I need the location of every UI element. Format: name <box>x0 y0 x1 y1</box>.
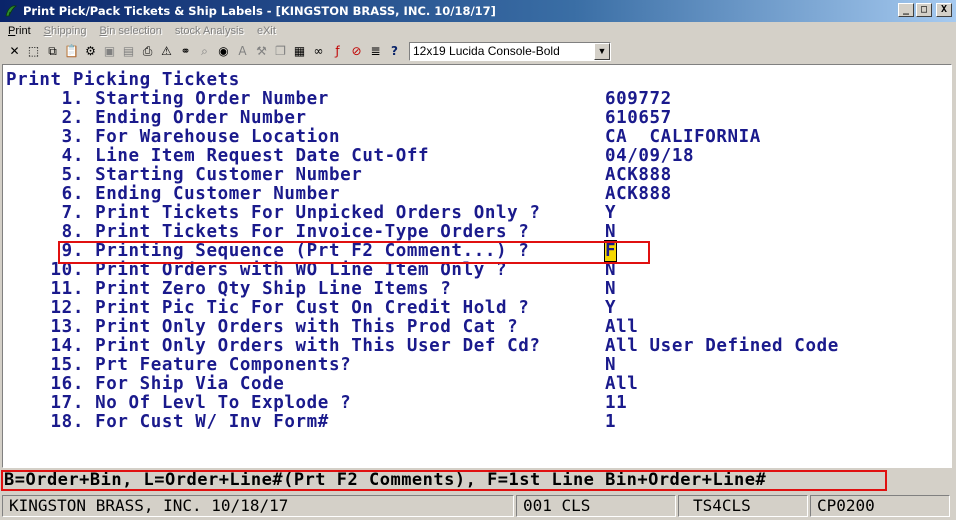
field-value[interactable]: 609772 <box>605 90 672 109</box>
field-value[interactable]: ACK888 <box>605 185 672 204</box>
field-label: 15. Prt Feature Components? <box>6 355 352 375</box>
copy-icon[interactable]: ⧉ <box>44 42 61 60</box>
print-icon[interactable]: ⎙ <box>139 42 156 60</box>
field-label: 2. Ending Order Number <box>6 108 307 128</box>
field-value[interactable]: All User Defined Code <box>605 337 839 356</box>
field-label: 10. Print Orders with WO Line Item Only … <box>6 260 508 280</box>
close-x-icon[interactable]: ✕ <box>6 42 23 60</box>
binoculars-icon[interactable]: ⚭ <box>177 42 194 60</box>
no-entry-icon[interactable]: ⊘ <box>348 42 365 60</box>
terminal-screen[interactable]: Print Picking Tickets 1. Starting Order … <box>2 64 952 468</box>
field-label: 1. Starting Order Number <box>6 89 329 109</box>
field-label: 12. Print Pic Tic For Cust On Credit Hol… <box>6 298 530 318</box>
field-value[interactable]: 1 <box>605 413 616 432</box>
field-value[interactable]: N <box>605 280 616 299</box>
field-label: 4. Line Item Request Date Cut-Off <box>6 146 430 166</box>
field-value[interactable]: Y <box>605 299 616 318</box>
maximize-button[interactable]: □ <box>916 3 932 17</box>
window-title: Print Pick/Pack Tickets & Ship Labels - … <box>23 4 496 18</box>
field-label: 3. For Warehouse Location <box>6 127 341 147</box>
menu-exit[interactable]: eXit <box>257 25 276 37</box>
field-value[interactable]: 04/09/18 <box>605 147 694 166</box>
menu-print[interactable]: Print <box>8 25 31 37</box>
font-select[interactable]: 12x19 Lucida Console-Bold ▼ <box>409 41 611 61</box>
field-label: 7. Print Tickets For Unpicked Orders Onl… <box>6 203 541 223</box>
toolbar: ✕ ⬚ ⧉ 📋 ⚙ ▣ ▤ ⎙ ⚠ ⚭ ⌕ ◉ A ⚒ ❐ ▦ ∞ ƒ ⊘ ≣ … <box>0 40 956 62</box>
cursor[interactable]: F <box>603 240 618 262</box>
field-value[interactable]: N <box>605 223 616 242</box>
menu-bar: Print Shipping Bin selection stock Analy… <box>0 22 956 40</box>
field-label: 8. Print Tickets For Invoice-Type Orders… <box>6 222 530 242</box>
current-field-value[interactable]: F <box>603 240 618 262</box>
field-value[interactable]: All <box>605 318 638 337</box>
function-icon[interactable]: ƒ <box>329 42 346 60</box>
field-label: 14. Print Only Orders with This User Def… <box>6 336 541 356</box>
settings-gear-icon[interactable]: ⚙ <box>82 42 99 60</box>
field-label: 13. Print Only Orders with This Prod Cat… <box>6 317 519 337</box>
help-cursor-icon[interactable]: ? <box>386 42 403 60</box>
field-label: 16. For Ship Via Code <box>6 374 285 394</box>
field-value[interactable]: All <box>605 375 638 394</box>
menu-shipping[interactable]: Shipping <box>44 25 87 37</box>
save-icon[interactable]: ▣ <box>101 42 118 60</box>
field-label: 9. Printing Sequence (Prt F2 Comment...)… <box>6 241 530 261</box>
status-code: 001 CLS <box>516 495 676 517</box>
field-value[interactable]: 11 <box>605 394 627 413</box>
field-label: 11. Print Zero Qty Ship Line Items ? <box>6 279 452 299</box>
field-label: 6. Ending Customer Number <box>6 184 341 204</box>
italic-font-icon[interactable]: A <box>234 42 251 60</box>
field-label: 5. Starting Customer Number <box>6 165 363 185</box>
chevron-down-icon[interactable]: ▼ <box>594 42 610 60</box>
field-value[interactable]: Y <box>605 204 616 223</box>
field-value[interactable]: N <box>605 356 616 375</box>
document-icon[interactable]: ▤ <box>120 42 137 60</box>
help-line-text: B=Order+Bin, L=Order+Line#(Prt F2 Commen… <box>4 470 767 490</box>
app-icon <box>5 5 17 17</box>
pages-icon[interactable]: ❐ <box>272 42 289 60</box>
menu-bin-selection[interactable]: Bin selection <box>99 25 161 37</box>
font-select-value: 12x19 Lucida Console-Bold <box>413 44 560 58</box>
help-line: B=Order+Bin, L=Order+Line#(Prt F2 Commen… <box>0 470 956 492</box>
field-value[interactable]: ACK888 <box>605 166 672 185</box>
globe-icon[interactable]: ◉ <box>215 42 232 60</box>
link-icon[interactable]: ∞ <box>310 42 327 60</box>
field-value[interactable]: 610657 <box>605 109 672 128</box>
status-program: CP0200 <box>810 495 950 517</box>
warning-icon[interactable]: ⚠ <box>158 42 175 60</box>
field-label: 17. No Of Levl To Explode ? <box>6 393 352 413</box>
menu-stock-analysis[interactable]: stock Analysis <box>175 25 244 37</box>
title-bar: Print Pick/Pack Tickets & Ship Labels - … <box>0 0 956 22</box>
status-terminal: TS4CLS <box>678 495 808 517</box>
field-value[interactable]: CA CALIFORNIA <box>605 128 761 147</box>
calculator-icon[interactable]: ▦ <box>291 42 308 60</box>
notes-icon[interactable]: ≣ <box>367 42 384 60</box>
paste-icon[interactable]: 📋 <box>63 42 80 60</box>
search-icon[interactable]: ⌕ <box>196 42 213 60</box>
field-label: 18. For Cust W/ Inv Form# <box>6 412 329 432</box>
field-value[interactable]: N <box>605 261 616 280</box>
close-button[interactable]: X <box>936 3 952 17</box>
select-box-icon[interactable]: ⬚ <box>25 42 42 60</box>
status-company: KINGSTON BRASS, INC. 10/18/17 <box>2 495 514 517</box>
status-bar: KINGSTON BRASS, INC. 10/18/17 001 CLS TS… <box>0 492 956 520</box>
minimize-button[interactable]: _ <box>898 3 914 17</box>
tools-icon[interactable]: ⚒ <box>253 42 270 60</box>
screen-heading: Print Picking Tickets <box>6 70 240 90</box>
